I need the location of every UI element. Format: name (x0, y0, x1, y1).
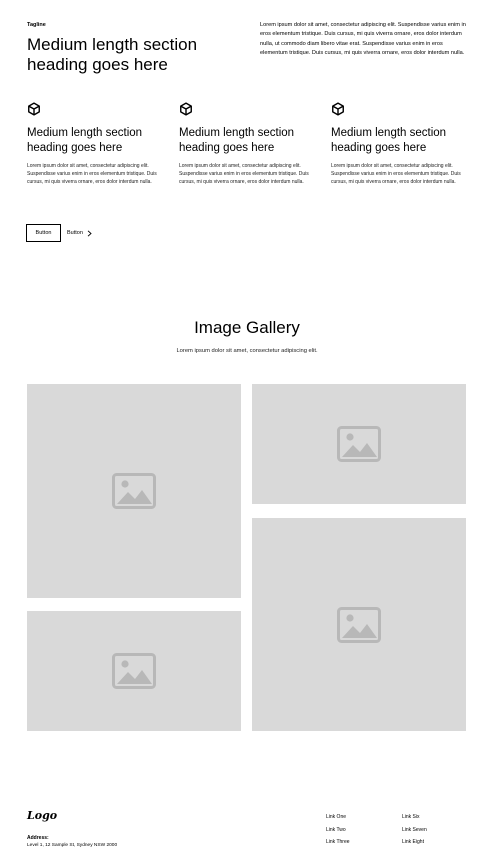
intro-paragraph: Lorem ipsum dolor sit amet, consectetur … (260, 22, 466, 56)
address-label: Address: (27, 835, 49, 841)
image-placeholder-icon (112, 653, 156, 689)
cube-icon (180, 102, 192, 116)
feature-title: Medium length section heading goes here (27, 127, 143, 154)
cube-icon (332, 102, 344, 116)
footer-logo[interactable]: Logo (27, 809, 57, 822)
section-heading: Medium length section heading goes here (27, 35, 198, 74)
image-placeholder-icon (337, 606, 381, 643)
footer-links-col-1: Link One Link Two Link Three (326, 813, 350, 851)
secondary-link-button[interactable]: Button (67, 229, 92, 237)
feature-text: Lorem ipsum dolor sit amet, consectetur … (179, 163, 309, 185)
feature-text: Lorem ipsum dolor sit amet, consectetur … (27, 163, 157, 185)
footer-link[interactable]: Link One (326, 813, 350, 826)
feature-item: Medium length section heading goes here … (27, 102, 162, 186)
secondary-button-label: Button (67, 230, 83, 236)
footer-links-col-2: Link Six Link Seven Link Eight (402, 813, 427, 851)
chevron-right-icon (87, 229, 92, 237)
feature-item: Medium length section heading goes here … (331, 102, 466, 186)
primary-button[interactable]: Button (26, 224, 61, 242)
footer-link[interactable]: Link Two (326, 826, 350, 839)
footer-link[interactable]: Link Eight (402, 838, 427, 851)
footer-link[interactable]: Link Six (402, 813, 427, 826)
gallery-image (252, 518, 466, 731)
feature-item: Medium length section heading goes here … (179, 102, 314, 186)
feature-title: Medium length section heading goes here (179, 127, 295, 154)
address-text: Level 1, 12 Sample St, Sydney NSW 2000 (27, 843, 118, 848)
footer-link[interactable]: Link Three (326, 838, 350, 851)
cube-icon (28, 102, 40, 116)
feature-list: Medium length section heading goes here … (27, 102, 467, 202)
gallery-image (27, 384, 241, 598)
image-placeholder-icon (112, 473, 156, 509)
tagline: Tagline (27, 22, 46, 28)
footer-link[interactable]: Link Seven (402, 826, 427, 839)
action-buttons: Button Button (26, 224, 92, 242)
feature-text: Lorem ipsum dolor sit amet, consectetur … (331, 163, 461, 185)
gallery-title: Image Gallery (194, 318, 300, 337)
gallery-image (27, 611, 241, 731)
image-placeholder-icon (337, 426, 381, 462)
gallery-image (252, 384, 466, 504)
feature-title: Medium length section heading goes here (331, 127, 447, 154)
gallery-subtitle: Lorem ipsum dolor sit amet, consectetur … (176, 348, 318, 354)
